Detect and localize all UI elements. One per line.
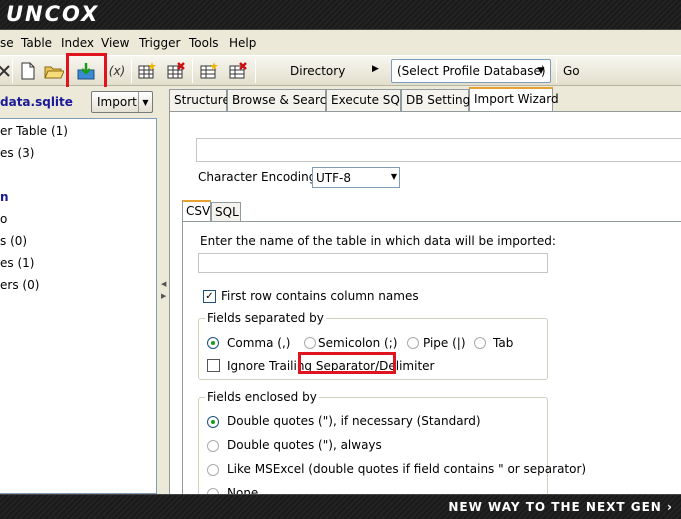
- create-index-icon[interactable]: [197, 60, 221, 82]
- tab-structure[interactable]: Structure: [169, 89, 230, 111]
- tree-item[interactable]: es (3): [0, 146, 34, 160]
- tab-browse-search[interactable]: Browse & Search: [227, 89, 334, 111]
- menu-help[interactable]: Help: [229, 36, 256, 50]
- file-path-input[interactable]: [196, 138, 681, 162]
- radio-pipe-label[interactable]: Pipe (|): [423, 336, 466, 350]
- first-row-label[interactable]: First row contains column names: [221, 289, 419, 303]
- profile-database-select[interactable]: (Select Profile Database) ▼: [391, 59, 551, 83]
- brand-banner-top: UNCOX: [0, 0, 681, 30]
- radio-double-quotes-always-label[interactable]: Double quotes ("), always: [227, 438, 382, 452]
- slogan-text: NEW WAY TO THE NEXT GEN: [448, 500, 662, 514]
- toolbar-separator: [556, 59, 557, 83]
- menu-bar: se Table Index View Trigger Tools Help: [0, 34, 681, 54]
- tab-db-settings[interactable]: DB Settings: [401, 89, 477, 111]
- radio-semicolon[interactable]: [304, 337, 316, 349]
- radio-tab[interactable]: [474, 337, 486, 349]
- import-wizard-panel: Character Encoding UTF-8 ▼ CSV SQL Enter…: [169, 111, 681, 494]
- table-name-input[interactable]: [198, 253, 548, 273]
- directory-arrow-icon[interactable]: ▶: [372, 64, 379, 74]
- toolbar-separator: [192, 59, 193, 83]
- radio-comma-label[interactable]: Comma (,): [227, 336, 290, 350]
- enclosure-group-title: Fields enclosed by: [205, 390, 319, 404]
- panel-splitter[interactable]: ◀ ▶: [157, 87, 169, 494]
- radio-double-quotes-if-necessary-label[interactable]: Double quotes ("), if necessary (Standar…: [227, 414, 481, 428]
- menu-view[interactable]: View: [101, 36, 129, 50]
- toolbar-separator: [12, 59, 13, 83]
- csv-options-panel: Enter the name of the table in which dat…: [182, 221, 681, 494]
- subtab-csv[interactable]: CSV: [182, 200, 211, 221]
- delete-table-icon[interactable]: [164, 60, 188, 82]
- chevron-right-icon: ›: [667, 500, 673, 514]
- app-window: se Table Index View Trigger Tools Help (…: [0, 30, 681, 494]
- tree-item[interactable]: s (0): [0, 234, 27, 248]
- radio-msexcel[interactable]: [207, 464, 219, 476]
- main-tabs: Structure Browse & Search Execute SQL DB…: [169, 87, 681, 112]
- menu-index[interactable]: Index: [61, 36, 94, 50]
- go-button[interactable]: Go: [563, 64, 580, 78]
- import-button-label: Import: [97, 95, 137, 109]
- first-row-checkbox[interactable]: ✓: [203, 290, 216, 303]
- collapse-left-icon[interactable]: ◀: [161, 280, 166, 288]
- menu-database[interactable]: se: [0, 36, 14, 50]
- toolbar-separator: [131, 59, 132, 83]
- encoding-label: Character Encoding: [198, 170, 317, 184]
- brand-banner-bottom: NEW WAY TO THE NEXT GEN ›: [0, 494, 681, 519]
- menu-trigger[interactable]: Trigger: [139, 36, 180, 50]
- menu-table[interactable]: Table: [21, 36, 52, 50]
- encoding-select[interactable]: UTF-8 ▼: [312, 167, 400, 188]
- radio-pipe[interactable]: [407, 337, 419, 349]
- create-table-icon[interactable]: [135, 60, 159, 82]
- toolbar-separator: [255, 59, 256, 83]
- table-name-prompt: Enter the name of the table in which dat…: [200, 234, 556, 248]
- radio-comma[interactable]: [207, 337, 219, 349]
- database-tree[interactable]: er Table (1) es (3) n o s (0) es (1) ers…: [0, 118, 157, 494]
- close-icon[interactable]: [0, 60, 16, 82]
- delete-index-icon[interactable]: [226, 60, 250, 82]
- tree-item[interactable]: ers (0): [0, 278, 39, 292]
- directory-label[interactable]: Directory: [290, 64, 345, 78]
- enclosure-group: Fields enclosed by Double quotes ("), if…: [198, 390, 586, 494]
- tab-import-wizard[interactable]: Import Wizard: [469, 87, 559, 112]
- tree-item[interactable]: er Table (1): [0, 124, 68, 138]
- left-panel-header: data.sqlite Import ▼: [0, 87, 157, 117]
- tree-item[interactable]: es (1): [0, 256, 34, 270]
- subtab-sql[interactable]: SQL: [211, 202, 241, 221]
- encoding-value: UTF-8: [316, 171, 351, 185]
- tab-execute-sql[interactable]: Execute SQL: [326, 89, 407, 111]
- radio-none-label[interactable]: None: [227, 486, 258, 494]
- new-file-icon[interactable]: [16, 60, 40, 82]
- chevron-down-icon: ▼: [390, 172, 397, 181]
- radio-double-quotes-if-necessary[interactable]: [207, 416, 219, 428]
- menu-tools[interactable]: Tools: [189, 36, 219, 50]
- separator-group-title: Fields separated by: [205, 311, 326, 325]
- radio-tab-label[interactable]: Tab: [493, 336, 513, 350]
- brand-logo: UNCOX: [6, 2, 100, 26]
- database-name[interactable]: data.sqlite: [0, 95, 73, 109]
- profile-select-value: (Select Profile Database): [397, 64, 546, 78]
- chevron-down-icon[interactable]: ▼: [138, 92, 152, 112]
- tree-item[interactable]: n: [0, 190, 9, 204]
- function-icon[interactable]: (x): [106, 60, 128, 82]
- radio-semicolon-label[interactable]: Semicolon (;): [318, 336, 397, 350]
- semicolon-highlight: [298, 352, 396, 374]
- ignore-trailing-checkbox[interactable]: [207, 359, 220, 372]
- tree-item[interactable]: o: [0, 212, 7, 226]
- radio-double-quotes-always[interactable]: [207, 440, 219, 452]
- collapse-right-icon[interactable]: ▶: [161, 292, 166, 300]
- chevron-down-icon: ▼: [537, 66, 545, 76]
- toolbar: (x) Directory ▶ (Select Profile Database…: [0, 53, 681, 93]
- brand-slogan: NEW WAY TO THE NEXT GEN ›: [448, 500, 673, 514]
- open-folder-icon[interactable]: [42, 60, 66, 82]
- radio-msexcel-label[interactable]: Like MSExcel (double quotes if field con…: [227, 462, 586, 476]
- import-button[interactable]: Import ▼: [91, 91, 153, 113]
